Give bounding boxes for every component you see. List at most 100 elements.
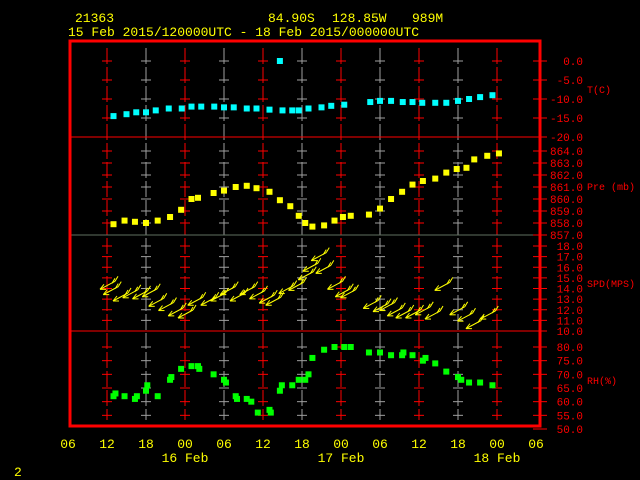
temperature-point <box>211 103 218 110</box>
rh-point <box>210 371 217 378</box>
temperature-point <box>399 99 406 106</box>
pressure-point <box>167 214 174 220</box>
y-tick-label: 0.0 <box>563 57 583 69</box>
y-tick-label: -5.0 <box>557 76 583 88</box>
rh-point <box>188 363 195 370</box>
y-tick-label: 75.0 <box>557 357 583 369</box>
x-date-label: 18 Feb <box>474 451 521 466</box>
temperature-point <box>276 58 283 64</box>
pressure-point <box>471 156 478 163</box>
rh-point <box>112 390 119 397</box>
pressure-point <box>321 222 328 229</box>
pressure-point <box>302 220 309 226</box>
pressure-point <box>131 218 138 225</box>
rh-point <box>347 344 354 350</box>
rh-point <box>143 387 149 394</box>
pressure-point <box>409 181 416 188</box>
x-tick-label: 06 <box>528 437 544 452</box>
rh-point <box>178 365 185 372</box>
pressure-point <box>276 197 283 204</box>
meteogram-chart: 21363 84.90S 128.85W 989M 15 Feb 2015/12… <box>0 0 640 480</box>
x-tick-label: 00 <box>489 437 505 452</box>
pressure-point <box>419 178 426 184</box>
y-tick-label: 863.0 <box>550 159 583 171</box>
pressure-point <box>365 211 372 218</box>
rh-point <box>289 382 296 389</box>
y-tick-label: 861.0 <box>550 183 583 195</box>
x-tick-label: 18 <box>450 437 466 452</box>
x-tick-label: 06 <box>216 437 232 452</box>
temperature-point <box>123 111 130 118</box>
pressure-point <box>243 182 250 189</box>
temperature-point <box>295 107 302 114</box>
pressure-point <box>331 217 338 224</box>
temperature-point <box>289 107 296 114</box>
panel-label: T(C) <box>587 85 611 97</box>
pressure-point <box>154 217 161 224</box>
rh-point <box>276 387 283 394</box>
y-tick-label: 862.0 <box>550 171 583 183</box>
y-tick-label: 55.0 <box>557 411 583 423</box>
temperature-point <box>318 104 325 111</box>
rh-point <box>309 354 316 361</box>
panel-label: SPD(MPS) <box>587 279 635 291</box>
pressure-point <box>377 205 383 212</box>
pressure-point <box>443 169 450 176</box>
temperature-point <box>143 109 149 116</box>
pressure-point <box>266 188 273 195</box>
station-lat: 84.90S <box>268 11 315 26</box>
pressure-point <box>287 203 294 210</box>
pressure-point <box>463 164 470 171</box>
y-tick-label: 864.0 <box>550 147 583 159</box>
pressure-point <box>339 214 346 220</box>
pressure-point <box>178 206 185 213</box>
y-tick-label: 860.0 <box>550 195 583 207</box>
temperature-point <box>133 109 140 116</box>
temperature-point <box>243 105 250 112</box>
temperature-point <box>188 103 195 110</box>
temperature-point <box>377 97 383 104</box>
station-id: 21363 <box>75 11 114 26</box>
x-tick-label: 00 <box>333 437 349 452</box>
pressure-point <box>453 166 460 172</box>
temperature-point <box>489 92 496 99</box>
pressure-point <box>253 185 260 192</box>
rh-point <box>388 352 395 359</box>
rh-point <box>267 409 274 416</box>
x-tick-label: 18 <box>294 437 310 452</box>
rh-point <box>422 354 429 361</box>
rh-point <box>144 382 151 389</box>
x-tick-label: 12 <box>255 437 271 452</box>
rh-point <box>302 376 309 383</box>
y-tick-label: 60.0 <box>557 398 583 410</box>
y-tick-label: -15.0 <box>550 114 583 126</box>
rh-point <box>489 382 496 389</box>
pressure-point <box>143 220 149 226</box>
temperature-point <box>253 105 260 112</box>
rh-point <box>466 379 473 386</box>
pressure-point <box>484 152 491 159</box>
pressure-point <box>399 188 406 195</box>
temperature-point <box>279 107 286 114</box>
pressure-point <box>295 212 302 219</box>
rh-point <box>331 344 338 350</box>
temperature-point <box>266 106 273 113</box>
temperature-point <box>341 101 348 108</box>
y-tick-label: -10.0 <box>550 95 583 107</box>
pressure-point <box>388 196 395 202</box>
x-date-label: 16 Feb <box>162 451 209 466</box>
rh-point <box>341 344 348 350</box>
rh-point <box>458 376 465 383</box>
temperature-point <box>305 105 312 112</box>
rh-point <box>222 379 229 386</box>
pressure-point <box>309 223 316 230</box>
pressure-point <box>232 184 239 190</box>
x-tick-label: 00 <box>177 437 193 452</box>
rh-point <box>133 393 140 400</box>
y-tick-label: 65.0 <box>557 384 583 396</box>
temperature-point <box>152 107 159 114</box>
station-elevation: 989M <box>412 11 443 26</box>
rh-point <box>432 360 439 367</box>
temperature-point <box>409 99 416 106</box>
pressure-point <box>347 212 354 219</box>
